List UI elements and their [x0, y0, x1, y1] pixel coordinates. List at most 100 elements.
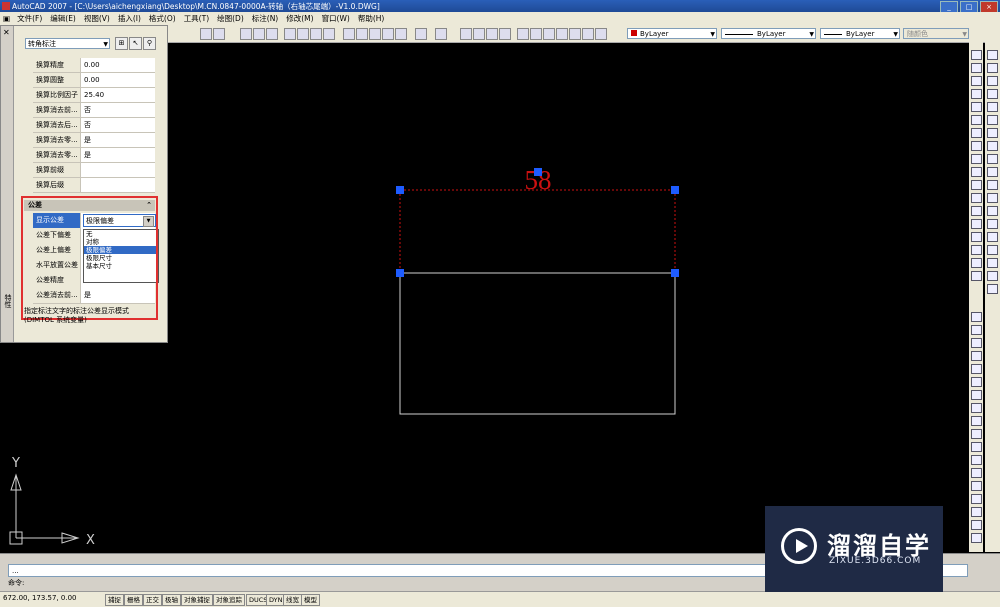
brush-icon[interactable]	[395, 28, 407, 40]
chamfer-icon[interactable]	[971, 219, 982, 229]
publish-icon[interactable]	[310, 28, 322, 40]
menu-window[interactable]: 窗口(W)	[318, 13, 354, 24]
menu-format[interactable]: 格式(O)	[145, 13, 180, 24]
menu-dimension[interactable]: 标注(N)	[248, 13, 282, 24]
open-file-icon[interactable]	[253, 28, 265, 40]
undo-icon[interactable]	[415, 28, 427, 40]
draw-hatch-icon[interactable]	[987, 232, 998, 242]
plotstyle-dropdown[interactable]: 随颜色 ▼	[903, 28, 969, 39]
dim-arc-icon[interactable]	[971, 338, 982, 348]
polyline-icon[interactable]	[987, 76, 998, 86]
menu-tools[interactable]: 工具(T)	[180, 13, 213, 24]
snap-toggle[interactable]: 捕捉	[105, 594, 124, 606]
property-row[interactable]: 换算比例因子 25.40	[33, 88, 155, 103]
grip-handle[interactable]	[671, 269, 679, 277]
command-prompt[interactable]: 命令:	[8, 578, 24, 588]
break-icon[interactable]	[971, 193, 982, 203]
cut-icon[interactable]	[343, 28, 355, 40]
property-row[interactable]: 换算圆整 0.00	[33, 73, 155, 88]
explode-icon[interactable]	[971, 245, 982, 255]
help-icon[interactable]	[595, 28, 607, 40]
plot-icon[interactable]	[323, 28, 335, 40]
line-icon[interactable]	[987, 50, 998, 60]
stretch-icon[interactable]	[971, 154, 982, 164]
menu-insert[interactable]: 插入(I)	[114, 13, 145, 24]
rotate-icon[interactable]	[971, 128, 982, 138]
lineweight-dropdown[interactable]: ByLayer ▼	[820, 28, 900, 39]
copy-icon[interactable]	[356, 28, 368, 40]
copy-object-icon[interactable]	[971, 63, 982, 73]
array-icon[interactable]	[971, 102, 982, 112]
save-icon[interactable]	[266, 28, 278, 40]
quick-select-icon[interactable]: ⚲	[143, 37, 156, 50]
dim-radius-icon[interactable]	[971, 364, 982, 374]
dim-angular-icon[interactable]	[971, 403, 982, 413]
otrack-toggle[interactable]: 对象追踪	[213, 594, 245, 606]
leader-icon[interactable]	[971, 455, 982, 465]
point-icon[interactable]	[987, 219, 998, 229]
menu-edit[interactable]: 编辑(E)	[46, 13, 80, 24]
property-row[interactable]: 换算消去零... 是	[33, 148, 155, 163]
grip-handle[interactable]	[396, 186, 404, 194]
revision-cloud-icon[interactable]	[987, 141, 998, 151]
match-prop-icon[interactable]	[382, 28, 394, 40]
preview-icon[interactable]	[297, 28, 309, 40]
join-icon[interactable]	[971, 206, 982, 216]
ellipse-arc-icon[interactable]	[987, 180, 998, 190]
ortho-toggle[interactable]: 正交	[143, 594, 162, 606]
pan-icon[interactable]	[460, 28, 472, 40]
circle-icon[interactable]	[987, 128, 998, 138]
zoom-realtime-icon[interactable]	[473, 28, 485, 40]
rectangle-icon[interactable]	[987, 102, 998, 112]
linetype-dropdown[interactable]: ByLayer ▼	[721, 28, 816, 39]
menu-draw[interactable]: 绘图(D)	[213, 13, 248, 24]
paste-icon[interactable]	[369, 28, 381, 40]
region-icon[interactable]	[987, 258, 998, 268]
grid-toggle[interactable]: 栅格	[124, 594, 143, 606]
properties-icon[interactable]	[213, 28, 225, 40]
palette-title-strip[interactable]: ✕ 特性	[1, 26, 14, 342]
table-icon[interactable]	[987, 271, 998, 281]
menu-file[interactable]: 文件(F)	[13, 13, 46, 24]
color-dropdown[interactable]: ByLayer ▼	[627, 28, 717, 39]
offset-icon[interactable]	[971, 89, 982, 99]
new-file-icon[interactable]	[240, 28, 252, 40]
dim-style-icon[interactable]	[971, 533, 982, 543]
property-row[interactable]: 换算前缀	[33, 163, 155, 178]
move-icon[interactable]	[971, 115, 982, 125]
make-block-icon[interactable]	[987, 206, 998, 216]
fillet-icon[interactable]	[971, 232, 982, 242]
trim-icon[interactable]	[971, 167, 982, 177]
center-mark-icon[interactable]	[971, 481, 982, 491]
tolerance-icon[interactable]	[971, 468, 982, 478]
osnap-toggle[interactable]: 对象捕捉	[181, 594, 213, 606]
mtext-icon[interactable]	[987, 284, 998, 294]
dim-text-edit-icon[interactable]	[971, 507, 982, 517]
draw-gradient-icon[interactable]	[987, 245, 998, 255]
baseline-icon[interactable]	[971, 429, 982, 439]
calculator-icon[interactable]	[582, 28, 594, 40]
design-center-icon[interactable]	[530, 28, 542, 40]
spline-icon[interactable]	[987, 154, 998, 164]
dim-jogged-icon[interactable]	[971, 377, 982, 387]
gradient-icon[interactable]	[971, 271, 982, 281]
dim-ordinate-icon[interactable]	[971, 351, 982, 361]
quick-dim-icon[interactable]	[971, 416, 982, 426]
dim-aligned-icon[interactable]	[971, 325, 982, 335]
ellipse-icon[interactable]	[987, 167, 998, 177]
grip-handle[interactable]	[671, 186, 679, 194]
property-row[interactable]: 换算后缀	[33, 178, 155, 193]
close-icon[interactable]: ✕	[3, 28, 10, 37]
erase-icon[interactable]	[971, 50, 982, 60]
property-row[interactable]: 换算消去零... 是	[33, 133, 155, 148]
property-row[interactable]: 换算消去后... 否	[33, 118, 155, 133]
grip-handle[interactable]	[534, 168, 542, 176]
menu-modify[interactable]: 修改(M)	[282, 13, 317, 24]
lineweight-toggle[interactable]: 线宽	[283, 594, 302, 606]
grip-handle[interactable]	[396, 269, 404, 277]
hatch-icon[interactable]	[971, 258, 982, 268]
properties-palette-icon[interactable]	[517, 28, 529, 40]
tool-palette-icon[interactable]	[543, 28, 555, 40]
rectangle-shape[interactable]	[399, 272, 676, 415]
dim-edit-icon[interactable]	[971, 494, 982, 504]
